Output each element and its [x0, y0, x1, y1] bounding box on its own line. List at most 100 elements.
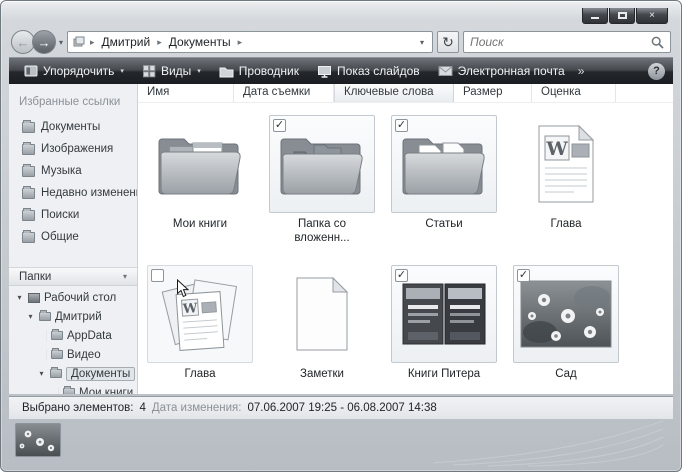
forward-arrow-icon: → [38, 35, 51, 50]
file-name: Книги Питера [408, 367, 480, 381]
folder-tree: ▾ Рабочий стол ▾ Дмитрий ▸ AppData ▸ [9, 288, 137, 394]
modified-value: 07.06.2007 19:25 - 06.08.2007 14:38 [247, 402, 436, 414]
tree-expand-icon[interactable]: ▾ [26, 312, 35, 321]
sidebar-item-label: Изображения [41, 143, 113, 155]
search-input[interactable] [470, 35, 651, 49]
document-stack-icon: W [156, 273, 244, 355]
sidebar-item-documents[interactable]: Документы [9, 116, 137, 138]
views-button[interactable]: Виды ▾ [135, 61, 208, 82]
file-tile-piter-books[interactable]: ✓ [384, 265, 504, 394]
location-icon [73, 36, 85, 48]
file-name: Сад [555, 367, 577, 381]
public-icon [22, 232, 35, 243]
tree-collapse-icon[interactable]: ▸ [37, 330, 47, 341]
tree-expand-icon[interactable]: ▾ [15, 293, 24, 302]
email-label: Электронная почта [458, 64, 565, 78]
selection-box [147, 115, 253, 213]
toolbar-overflow-icon[interactable]: » [576, 64, 587, 78]
tree-item-label: Видео [67, 349, 101, 361]
sidebar-item-label: Музыка [41, 165, 82, 177]
minimize-button[interactable] [582, 8, 608, 24]
decorative-swirl [433, 417, 665, 467]
organize-button[interactable]: Упорядочить ▾ [17, 61, 131, 82]
folder-icon [51, 331, 63, 340]
slideshow-button[interactable]: Показ слайдов [310, 61, 427, 82]
documents-icon [22, 122, 35, 133]
modified-label: Дата изменения: [152, 402, 242, 414]
folder-icon [51, 350, 63, 359]
file-tile-garden[interactable]: ✓ [506, 265, 626, 394]
breadcrumb-item-documents[interactable]: Документы [167, 35, 233, 49]
refresh-button[interactable]: ↻ [437, 31, 459, 53]
tree-item-my-books[interactable]: ▸ Мои книги [9, 383, 137, 394]
email-button[interactable]: Электронная почта [431, 61, 572, 82]
item-checkbox[interactable]: ✓ [273, 119, 286, 132]
sidebar-item-public[interactable]: Общие [9, 226, 137, 248]
file-tile-notes[interactable]: Заметки [262, 265, 382, 394]
pictures-icon [22, 144, 35, 155]
navigation-pane: Избранные ссылки Документы Изображения М… [9, 84, 138, 394]
column-header-keywords[interactable]: Ключевые слова [334, 84, 454, 102]
maximize-button[interactable] [609, 8, 635, 24]
column-header-rating[interactable]: Оценка [532, 84, 616, 102]
breadcrumb-item-user[interactable]: Дмитрий [100, 35, 153, 49]
close-button[interactable]: × [636, 8, 668, 24]
tree-collapse-icon[interactable]: ▸ [37, 349, 47, 360]
selection-box: W [147, 265, 253, 363]
item-checkbox[interactable]: ✓ [517, 269, 530, 282]
explore-button[interactable]: Проводник [212, 61, 306, 82]
breadcrumb-separator-icon[interactable]: ▸ [235, 37, 246, 48]
sidebar-item-recent[interactable]: Недавно измененн... [9, 182, 137, 204]
book-covers-icon [398, 278, 490, 350]
file-grid: Мои книги ✓ [138, 103, 673, 394]
tree-item-label: Мои книги [79, 387, 133, 395]
help-button[interactable]: ? [648, 63, 665, 80]
column-header-size[interactable]: Размер [454, 84, 532, 102]
file-name: Глава [184, 367, 215, 381]
sidebar-item-music[interactable]: Музыка [9, 160, 137, 182]
tree-item-documents[interactable]: ▾ Документы [9, 364, 137, 383]
file-list-pane: Имя Дата съемки Ключевые слова Размер Оц… [138, 84, 673, 394]
views-icon [142, 64, 156, 78]
selection-box: ✓ [513, 265, 619, 363]
column-header-name[interactable]: Имя [138, 84, 234, 102]
sidebar-item-label: Недавно измененн... [41, 187, 137, 199]
file-tile-articles[interactable]: ✓ Статьи [384, 115, 504, 265]
file-tile-nested-folder[interactable]: ✓ Папка со вложенн... [262, 115, 382, 265]
breadcrumb-separator-icon[interactable]: ▸ [154, 37, 165, 48]
folders-band[interactable]: Папки ▾ [9, 267, 137, 286]
refresh-icon: ↻ [442, 34, 454, 51]
tree-collapse-icon[interactable]: ▸ [49, 387, 59, 394]
check-icon: ✓ [275, 119, 284, 131]
file-tile-chapter-stack[interactable]: W Глава [140, 265, 260, 394]
item-checkbox[interactable] [151, 269, 164, 282]
tree-expand-icon[interactable]: ▾ [37, 369, 46, 378]
item-checkbox[interactable]: ✓ [395, 119, 408, 132]
sidebar-item-searches[interactable]: Поиски [9, 204, 137, 226]
recent-pages-dropdown[interactable]: ▾ [59, 38, 63, 47]
slideshow-label: Показ слайдов [337, 64, 420, 78]
search-box[interactable] [463, 31, 671, 53]
desktop-icon [28, 293, 40, 303]
word-document-icon: W [534, 124, 598, 204]
tree-item-label: Рабочий стол [44, 292, 116, 304]
file-tile-my-books[interactable]: Мои книги [140, 115, 260, 265]
slideshow-icon [317, 65, 332, 78]
organize-label: Упорядочить [43, 64, 114, 78]
tree-item-appdata[interactable]: ▸ AppData [9, 326, 137, 345]
file-name: Статьи [425, 217, 462, 231]
tree-item-user[interactable]: ▾ Дмитрий [9, 307, 137, 326]
tree-item-desktop[interactable]: ▾ Рабочий стол [9, 288, 137, 307]
sidebar-item-pictures[interactable]: Изображения [9, 138, 137, 160]
file-tile-chapter-doc[interactable]: W Глава [506, 115, 626, 265]
item-checkbox[interactable]: ✓ [395, 269, 408, 282]
sidebar-item-label: Документы [41, 121, 100, 133]
tree-item-video[interactable]: ▸ Видео [9, 345, 137, 364]
address-dropdown-icon[interactable]: ▾ [417, 38, 427, 47]
breadcrumb[interactable]: ▸ Дмитрий ▸ Документы ▸ ▾ [67, 31, 433, 53]
file-name: Мои книги [173, 217, 227, 231]
column-header-date-taken[interactable]: Дата съемки [234, 84, 334, 102]
forward-button[interactable]: → [32, 30, 56, 54]
content-area: Избранные ссылки Документы Изображения М… [9, 84, 673, 394]
back-arrow-icon: ← [17, 35, 30, 50]
